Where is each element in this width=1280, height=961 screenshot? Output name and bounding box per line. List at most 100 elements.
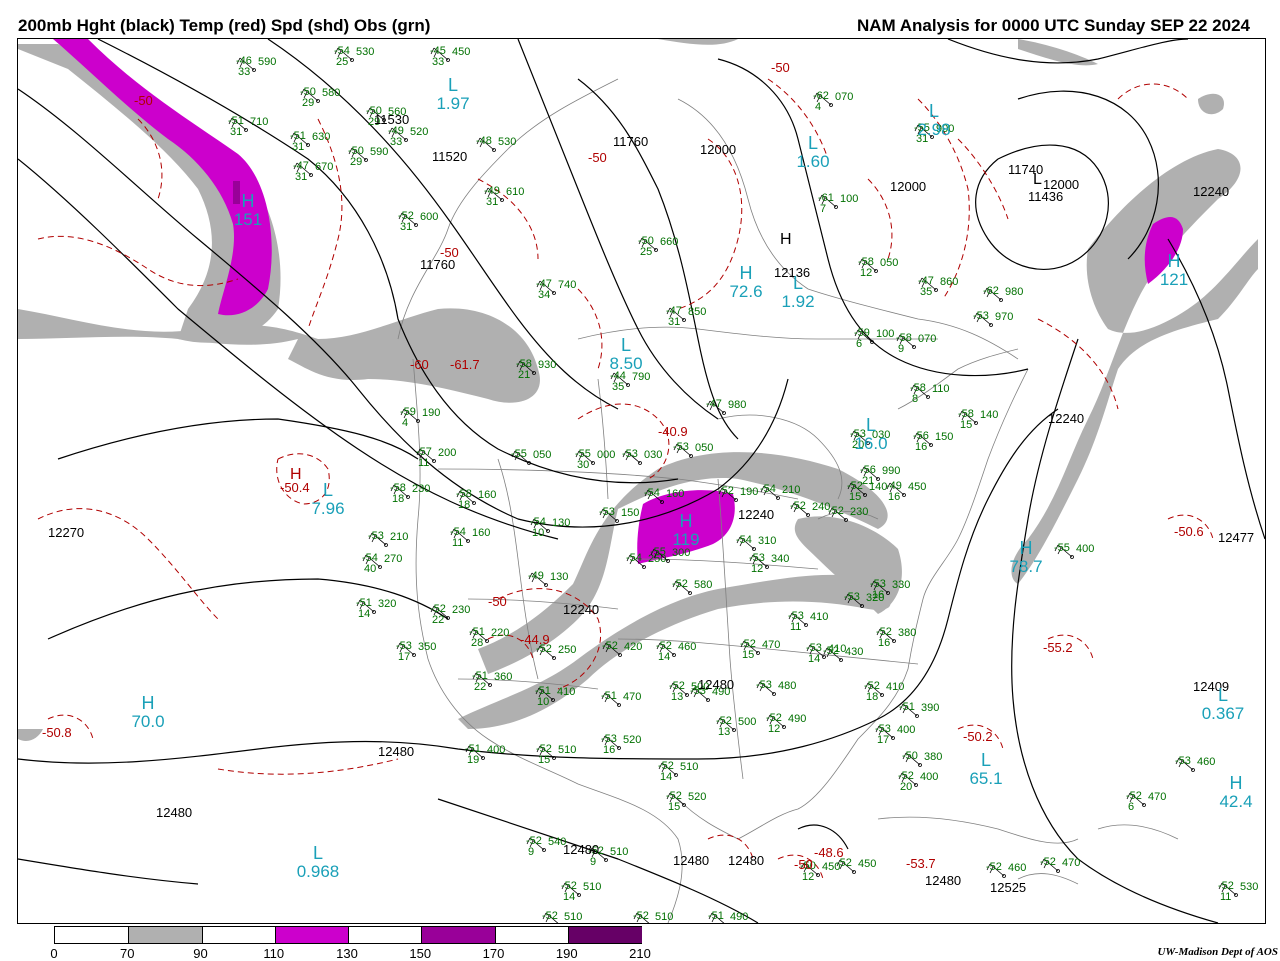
obs-height: 160 [472, 527, 490, 539]
station-obs: -4734740 [536, 278, 576, 301]
temp-label: -50.2 [963, 729, 993, 744]
speed-legend [54, 926, 642, 944]
station-obs: -5231600 [398, 210, 438, 233]
station-obs: -5114320 [356, 597, 396, 620]
speed-shade-70 [18, 729, 43, 741]
obs-height: 340 [771, 553, 789, 565]
obs-dewpoint: 17 [877, 734, 889, 746]
station-obs: -5131710 [228, 115, 268, 138]
obs-dewpoint: 18 [458, 499, 470, 511]
station-obs: -5215470 [740, 638, 780, 661]
obs-dewpoint: 31 [400, 221, 412, 233]
station-obs: -589070 [896, 332, 936, 355]
map-canvas: -4633590-5425530 -4533450-5029580-5029560… [18, 39, 1265, 923]
obs-temp: -54 [626, 552, 642, 564]
obs-height: 400 [1076, 543, 1094, 555]
obs-height: 390 [921, 702, 939, 714]
obs-height: 310 [758, 535, 776, 547]
obs-temp: -47 [706, 398, 722, 410]
obs-dewpoint: 14 [358, 608, 370, 620]
station-obs: -5215520 [666, 790, 706, 813]
legend-swatch [421, 927, 496, 943]
obs-height: 050 [695, 442, 713, 454]
speed-center-symbol: L [793, 273, 803, 293]
station-obs: -5818160 [456, 488, 496, 511]
height-contour [437, 798, 759, 923]
obs-height: 330 [892, 579, 910, 591]
obs-height: 070 [918, 333, 936, 345]
obs-temp: -54 [736, 534, 752, 546]
legend-tick-label: 150 [409, 946, 432, 961]
obs-height: 740 [558, 279, 576, 291]
obs-dewpoint: 11 [452, 537, 463, 549]
station-obs: -55 400 [1054, 542, 1094, 559]
obs-dewpoint: 31 [486, 196, 498, 208]
obs-height: 590 [258, 56, 276, 68]
obs-height: 210 [390, 531, 408, 543]
obs-dewpoint: 35 [612, 381, 624, 393]
obs-height: 070 [835, 91, 853, 103]
station-obs: -4633590 [236, 55, 276, 78]
obs-height: 670 [315, 161, 333, 173]
obs-dewpoint: 15 [960, 419, 972, 431]
obs-height: 200 [438, 447, 456, 459]
obs-temp: -53 [756, 679, 772, 691]
obs-dewpoint: 16 [888, 491, 900, 503]
speed-center-value: 70.0 [131, 712, 164, 731]
speed-center-value: 2.98 [917, 120, 950, 139]
obs-temp: -53 [599, 506, 615, 518]
speed-shade-150 [233, 181, 240, 204]
height-label: 12240 [738, 507, 774, 522]
station-obs: -5215510 [536, 743, 576, 766]
obs-dewpoint: 31 [295, 171, 307, 183]
station-obs: -55 050 [511, 448, 551, 465]
station-obs: -52 460 [986, 861, 1026, 878]
height-label: 11520 [432, 149, 467, 164]
height-contour [18, 858, 199, 885]
obs-dewpoint: 15 [538, 754, 550, 766]
station-obs: -529540 [526, 835, 566, 858]
speed-center-symbol: L [808, 133, 818, 153]
station-obs: -5131630 [290, 130, 330, 153]
obs-temp: -51 [601, 690, 617, 702]
obs-temp: -53 [973, 310, 989, 322]
temp-contour [276, 453, 330, 505]
station-obs: -5711200 [416, 446, 456, 469]
temp-label: -61.7 [450, 357, 480, 372]
height-label: 11760 [613, 134, 648, 149]
obs-height: 130 [552, 517, 570, 529]
obs-height: 470 [1148, 791, 1166, 803]
obs-dewpoint: 40 [364, 563, 376, 575]
obs-height: 520 [623, 734, 641, 746]
legend-tick-label: 170 [482, 946, 505, 961]
temp-label: -50 [771, 60, 790, 75]
obs-dewpoint: 13 [718, 726, 730, 738]
station-obs: -5122360 [472, 670, 512, 693]
obs-temp: -50 [902, 750, 918, 762]
station-obs: -47 980 [706, 398, 746, 415]
obs-dewpoint: 35 [920, 286, 932, 298]
obs-height: 470 [762, 639, 780, 651]
obs-height: 230 [452, 604, 470, 616]
height-label: 12480 [563, 842, 599, 857]
obs-height: 100 [876, 328, 894, 340]
station-obs: -588110 [910, 382, 950, 405]
legend-tick-label: 210 [629, 946, 651, 961]
obs-height: 530 [498, 136, 516, 148]
obs-temp: -52 [602, 640, 618, 652]
height-label: 11436 [1028, 189, 1063, 204]
obs-height: 590 [370, 146, 388, 158]
height-contour [1011, 338, 1219, 923]
obs-dewpoint: 14 [808, 653, 820, 665]
pressure-center-symbol: L [1033, 171, 1042, 188]
speed-center-value: 119 [672, 530, 699, 549]
obs-height: 510 [655, 911, 673, 923]
station-obs: -5425530 [334, 45, 374, 68]
speed-center-value: 1.92 [781, 292, 814, 311]
station-obs: -617100 [818, 192, 858, 215]
obs-temp: -54 [644, 487, 660, 499]
obs-dewpoint: 8 [912, 393, 918, 405]
legend-swatch [201, 927, 276, 943]
height-label: 12480 [728, 853, 764, 868]
height-label: 12480 [673, 853, 709, 868]
